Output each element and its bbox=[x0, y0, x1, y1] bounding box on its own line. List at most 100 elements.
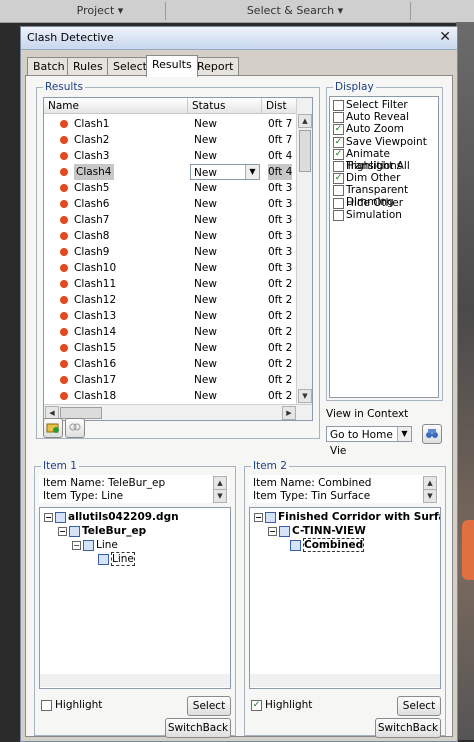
folder-add-icon bbox=[46, 423, 59, 433]
collapse-icon[interactable]: − bbox=[44, 512, 53, 522]
display-option-label: Auto Reveal bbox=[346, 111, 410, 124]
remove-clash-button[interactable] bbox=[65, 418, 85, 438]
item1-tree-scrollbar[interactable] bbox=[40, 674, 230, 687]
table-row[interactable]: Clash18 New 0ft 2 bbox=[44, 388, 296, 404]
table-row[interactable]: Clash15 New 0ft 2 bbox=[44, 340, 296, 356]
table-row[interactable]: Clash16 New 0ft 2 bbox=[44, 356, 296, 372]
table-row[interactable]: Clash9 New 0ft 3 bbox=[44, 244, 296, 260]
clash-status: New bbox=[194, 390, 217, 402]
collapse-icon[interactable]: − bbox=[58, 526, 67, 536]
display-option-checkbox[interactable]: ✓ bbox=[333, 173, 344, 185]
item1-tree[interactable]: − allutils042209.dgn − TeleBur_ep − Line Li… bbox=[39, 507, 231, 689]
collapse-down-icon[interactable]: ▼ bbox=[423, 489, 437, 503]
tree-node-combined-label: Combined bbox=[303, 538, 365, 552]
display-option-checkbox[interactable] bbox=[333, 209, 344, 221]
display-option-checkbox[interactable]: ✓ bbox=[333, 124, 344, 136]
select-search-menu[interactable]: Select & Search ▾ bbox=[210, 0, 380, 22]
clash-distance: 0ft 3 bbox=[268, 230, 293, 242]
table-row[interactable]: Clash10 New 0ft 3 bbox=[44, 260, 296, 276]
tree-node-corridor[interactable]: − Finished Corridor with Surface bbox=[254, 511, 440, 524]
item1-name: Item Name: TeleBur_ep bbox=[43, 477, 166, 489]
display-option-checkbox[interactable]: ✓ bbox=[333, 148, 344, 160]
table-row[interactable]: Clash7 New 0ft 3 bbox=[44, 212, 296, 228]
clash-status: New bbox=[194, 294, 217, 306]
scroll-up-arrow-icon[interactable]: ▲ bbox=[298, 114, 312, 128]
item1-highlight-checkbox[interactable] bbox=[41, 700, 52, 711]
view-context-button[interactable] bbox=[422, 424, 442, 444]
display-option-checkbox[interactable] bbox=[333, 185, 344, 197]
table-row[interactable]: Clash5 New 0ft 3 bbox=[44, 180, 296, 196]
clash-status: New bbox=[194, 358, 217, 370]
table-row[interactable]: Clash1 New 0ft 7 bbox=[44, 116, 296, 132]
table-row[interactable]: Clash8 New 0ft 3 bbox=[44, 228, 296, 244]
tree-node-line[interactable]: − Line bbox=[72, 539, 118, 552]
view-in-context-dropdown[interactable]: Go to Home Vie ▼ bbox=[326, 426, 412, 457]
results-vertical-scrollbar[interactable]: ▲ ▼ bbox=[296, 98, 312, 404]
results-list[interactable]: Name Status Dist Clash1 New 0ft 7 Clash2 New… bbox=[43, 97, 313, 421]
collapse-icon[interactable]: − bbox=[268, 526, 277, 536]
collapse-up-icon[interactable]: ▲ bbox=[213, 476, 227, 490]
item2-highlight-checkbox[interactable]: ✓ bbox=[251, 700, 262, 711]
clash-status-icon bbox=[60, 264, 68, 272]
tree-node-file[interactable]: − allutils042209.dgn bbox=[44, 511, 179, 524]
clash-status: New bbox=[194, 198, 217, 210]
tab-results[interactable]: Results bbox=[146, 55, 198, 77]
table-row[interactable]: Clash11 New 0ft 2 bbox=[44, 276, 296, 292]
clash-distance: 0ft 2 bbox=[268, 358, 293, 370]
collapse-icon[interactable]: − bbox=[72, 540, 81, 550]
add-clash-button[interactable] bbox=[43, 418, 63, 438]
scroll-right-arrow-icon[interactable]: ▶ bbox=[282, 406, 296, 420]
table-row[interactable]: Clash13 New 0ft 2 bbox=[44, 308, 296, 324]
close-icon[interactable]: ✕ bbox=[439, 29, 451, 45]
tree-node-combined[interactable]: Combined bbox=[290, 538, 365, 552]
item2-tree-scrollbar[interactable] bbox=[250, 674, 440, 687]
clash-distance: 0ft 4 bbox=[268, 150, 293, 162]
clash-distance: 0ft 7 bbox=[268, 134, 293, 146]
clash-name: Clash14 bbox=[74, 326, 117, 338]
column-header-name[interactable]: Name bbox=[44, 98, 188, 114]
item1-select-button[interactable]: Select bbox=[187, 696, 231, 716]
line-icon bbox=[83, 539, 94, 551]
table-row[interactable]: Clash3 New 0ft 4 bbox=[44, 148, 296, 164]
display-option-checkbox[interactable]: ✓ bbox=[333, 136, 344, 148]
display-option-checkbox[interactable] bbox=[333, 161, 344, 172]
scroll-thumb[interactable] bbox=[299, 130, 311, 172]
item1-switchback-button[interactable]: SwitchBack bbox=[165, 718, 231, 738]
tree-node-geometry[interactable]: Line bbox=[98, 552, 135, 566]
display-option-checkbox[interactable] bbox=[333, 100, 344, 111]
collapse-icon[interactable]: − bbox=[254, 512, 263, 522]
table-row[interactable]: Clash17 New 0ft 2 bbox=[44, 372, 296, 388]
column-header-status[interactable]: Status bbox=[188, 98, 262, 114]
clash-status-icon bbox=[60, 136, 68, 144]
project-menu[interactable]: Project ▾ bbox=[40, 0, 160, 22]
table-row[interactable]: Clash4 New ▼ 0ft 4 bbox=[44, 164, 296, 180]
tab-batch[interactable]: Batch bbox=[27, 57, 71, 76]
display-option-checkbox[interactable] bbox=[333, 197, 344, 209]
tree-node-level[interactable]: − TeleBur_ep bbox=[58, 525, 146, 538]
ribbon-bar: Project ▾ Select & Search ▾ bbox=[0, 0, 474, 23]
display-option-label: Hide Other bbox=[346, 196, 404, 209]
item2-select-button[interactable]: Select bbox=[397, 696, 441, 716]
tab-rules[interactable]: Rules bbox=[67, 57, 109, 76]
collapse-down-icon[interactable]: ▼ bbox=[213, 489, 227, 503]
collapse-up-icon[interactable]: ▲ bbox=[423, 476, 437, 490]
chevron-down-icon[interactable]: ▼ bbox=[397, 427, 411, 441]
display-option-checkbox[interactable] bbox=[333, 112, 344, 124]
tree-node-level-label: TeleBur_ep bbox=[82, 525, 147, 537]
separator bbox=[165, 2, 166, 20]
item2-tree[interactable]: − Finished Corridor with Surface − C-TINN-… bbox=[249, 507, 441, 689]
status-dropdown[interactable]: New ▼ bbox=[190, 164, 260, 180]
table-row[interactable]: Clash2 New 0ft 7 bbox=[44, 132, 296, 148]
clash-status-icon bbox=[60, 312, 68, 320]
table-row[interactable]: Clash12 New 0ft 2 bbox=[44, 292, 296, 308]
table-row[interactable]: Clash14 New 0ft 2 bbox=[44, 324, 296, 340]
scroll-down-arrow-icon[interactable]: ▼ bbox=[298, 389, 312, 403]
clash-name: Clash3 bbox=[74, 150, 110, 162]
tree-node-view[interactable]: − C-TINN-VIEW bbox=[268, 525, 366, 538]
clash-distance: 0ft 7 bbox=[268, 118, 293, 130]
chevron-down-icon[interactable]: ▼ bbox=[245, 165, 259, 179]
tab-report[interactable]: Report bbox=[191, 57, 240, 76]
table-row[interactable]: Clash6 New 0ft 3 bbox=[44, 196, 296, 212]
results-horizontal-scrollbar[interactable]: ◀ ▶ bbox=[44, 404, 312, 420]
item2-switchback-button[interactable]: SwitchBack bbox=[375, 718, 441, 738]
